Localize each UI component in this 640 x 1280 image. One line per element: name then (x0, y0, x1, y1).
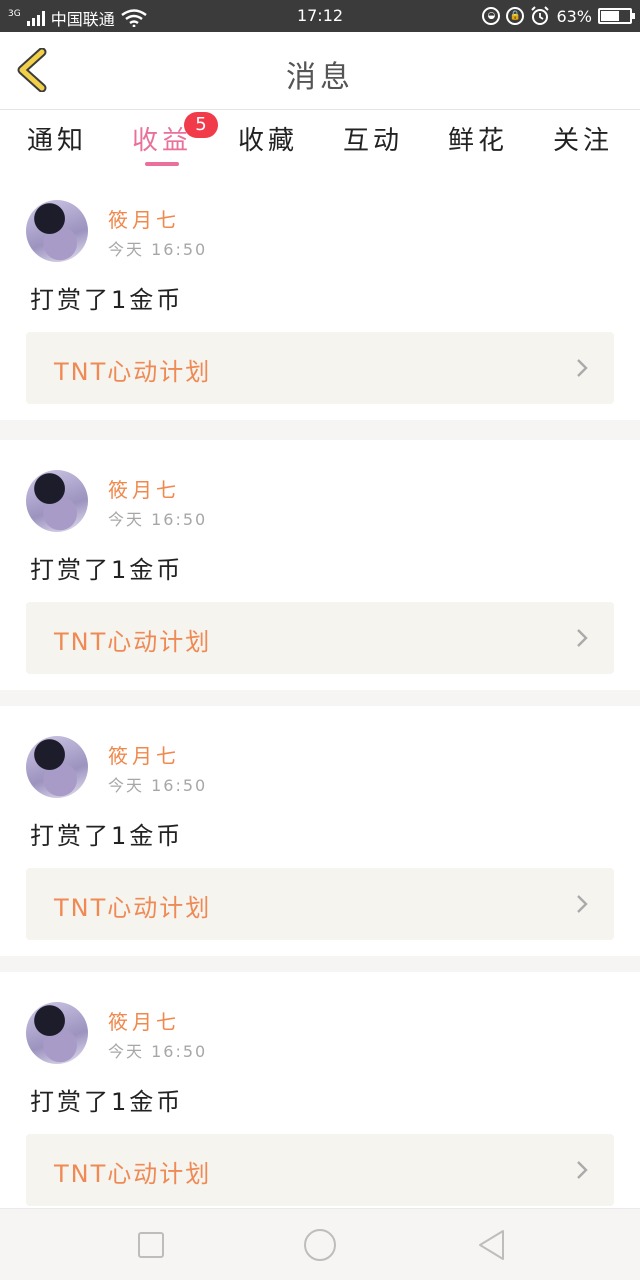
rotation-lock-icon: 🔒 (506, 7, 525, 25)
battery-icon (598, 8, 635, 24)
tab-interactions[interactable]: 互动 (333, 120, 413, 157)
message-card: 筱月七 今天 16:50 打赏了1金币 TNT心动计划 (0, 972, 640, 1222)
tab-earnings[interactable]: 收益 5 (122, 112, 218, 157)
author-name[interactable]: 筱月七 (108, 474, 180, 503)
message-text: 打赏了1金币 (30, 1088, 184, 1116)
alarm-icon (531, 6, 550, 25)
message-text: 打赏了1金币 (30, 556, 184, 584)
avatar[interactable] (26, 470, 88, 532)
message-card: 筱月七 今天 16:50 打赏了1金币 TNT心动计划 (0, 440, 640, 690)
message-card: 筱月七 今天 16:50 打赏了1金币 TNT心动计划 (0, 706, 640, 956)
work-link[interactable]: TNT心动计划 (26, 868, 614, 940)
tab-flowers[interactable]: 鲜花 (438, 120, 518, 157)
status-right: ◒ 🔒 63% (482, 6, 635, 26)
avatar[interactable] (26, 200, 88, 262)
recent-apps-icon[interactable] (133, 1227, 169, 1263)
battery-fill (601, 11, 619, 21)
author-name[interactable]: 筱月七 (108, 204, 180, 233)
message-time: 今天 16:50 (108, 240, 208, 259)
work-title: TNT心动计划 (54, 628, 212, 656)
work-title: TNT心动计划 (54, 1160, 212, 1188)
tab-earnings-label: 收益 (131, 126, 192, 156)
chevron-right-icon (577, 1161, 588, 1179)
message-time: 今天 16:50 (108, 510, 208, 529)
status-bar: 3G 中国联通 17:12 ◒ 🔒 63% (0, 0, 640, 32)
message-text: 打赏了1金币 (30, 286, 184, 314)
avatar[interactable] (26, 1002, 88, 1064)
eye-protect-icon: ◒ (482, 7, 501, 25)
message-time: 今天 16:50 (108, 1042, 208, 1061)
home-icon[interactable] (302, 1227, 338, 1263)
work-link[interactable]: TNT心动计划 (26, 602, 614, 674)
work-title: TNT心动计划 (54, 358, 212, 386)
message-text: 打赏了1金币 (30, 822, 184, 850)
author-name[interactable]: 筱月七 (108, 1006, 180, 1035)
work-link[interactable]: TNT心动计划 (26, 332, 614, 404)
avatar[interactable] (26, 736, 88, 798)
chevron-right-icon (577, 359, 588, 377)
tab-notifications[interactable]: 通知 (17, 120, 97, 157)
app-header: 消息 (0, 32, 640, 110)
tab-following[interactable]: 关注 (543, 120, 623, 157)
chevron-right-icon (577, 629, 588, 647)
battery-percent: 63% (556, 6, 592, 26)
message-time: 今天 16:50 (108, 776, 208, 795)
unread-badge: 5 (184, 112, 218, 138)
back-icon[interactable] (474, 1227, 510, 1263)
active-tab-indicator (145, 162, 179, 166)
work-link[interactable]: TNT心动计划 (26, 1134, 614, 1206)
tab-favorites[interactable]: 收藏 (228, 120, 308, 157)
work-title: TNT心动计划 (54, 894, 212, 922)
page-title: 消息 (286, 60, 354, 95)
chevron-right-icon (577, 895, 588, 913)
tab-bar: 通知 收益 5 收藏 互动 鲜花 关注 (0, 110, 640, 170)
message-card: 筱月七 今天 16:50 打赏了1金币 TNT心动计划 (0, 170, 640, 420)
author-name[interactable]: 筱月七 (108, 740, 180, 769)
system-nav-bar (0, 1208, 640, 1280)
